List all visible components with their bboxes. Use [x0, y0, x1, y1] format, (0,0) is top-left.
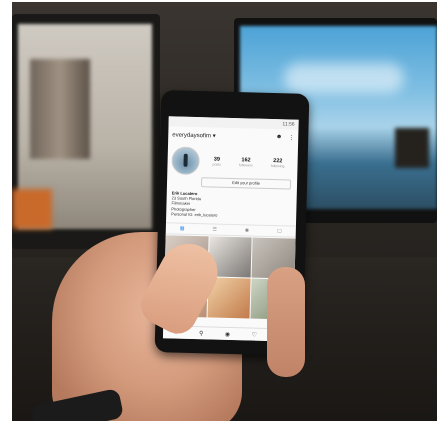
camera-icon[interactable]: ◉: [225, 330, 230, 337]
profile-bio: Erik Lucatero 23 South Florida Filmmaker…: [166, 186, 297, 223]
left-monitor: [12, 14, 160, 249]
list-icon[interactable]: ☰: [212, 227, 217, 233]
grid-icon[interactable]: ▦: [180, 226, 185, 232]
fingers: [267, 267, 305, 377]
photo-frame: 11:56 everydaysofim ▾ ☻ ⋮ 39 posts 162 f…: [12, 2, 437, 421]
search-icon[interactable]: ⚲: [199, 330, 204, 337]
heart-icon[interactable]: ♡: [252, 331, 258, 338]
profile-stats: 39 posts 162 followers 222 following: [203, 156, 293, 169]
username[interactable]: everydaysofim ▾: [172, 131, 216, 139]
add-person-icon[interactable]: ☻: [276, 134, 282, 141]
status-time: 11:56: [282, 121, 295, 128]
tag-icon[interactable]: ▢: [277, 228, 282, 234]
more-icon[interactable]: ⋮: [288, 134, 294, 141]
location-icon[interactable]: ◉: [245, 227, 250, 233]
avatar[interactable]: [171, 146, 200, 176]
stat-followers[interactable]: 162 followers: [239, 157, 253, 167]
stat-following[interactable]: 222 following: [271, 158, 285, 168]
profile-row: 39 posts 162 followers 222 following: [167, 142, 298, 177]
stat-posts[interactable]: 39 posts: [213, 156, 222, 167]
